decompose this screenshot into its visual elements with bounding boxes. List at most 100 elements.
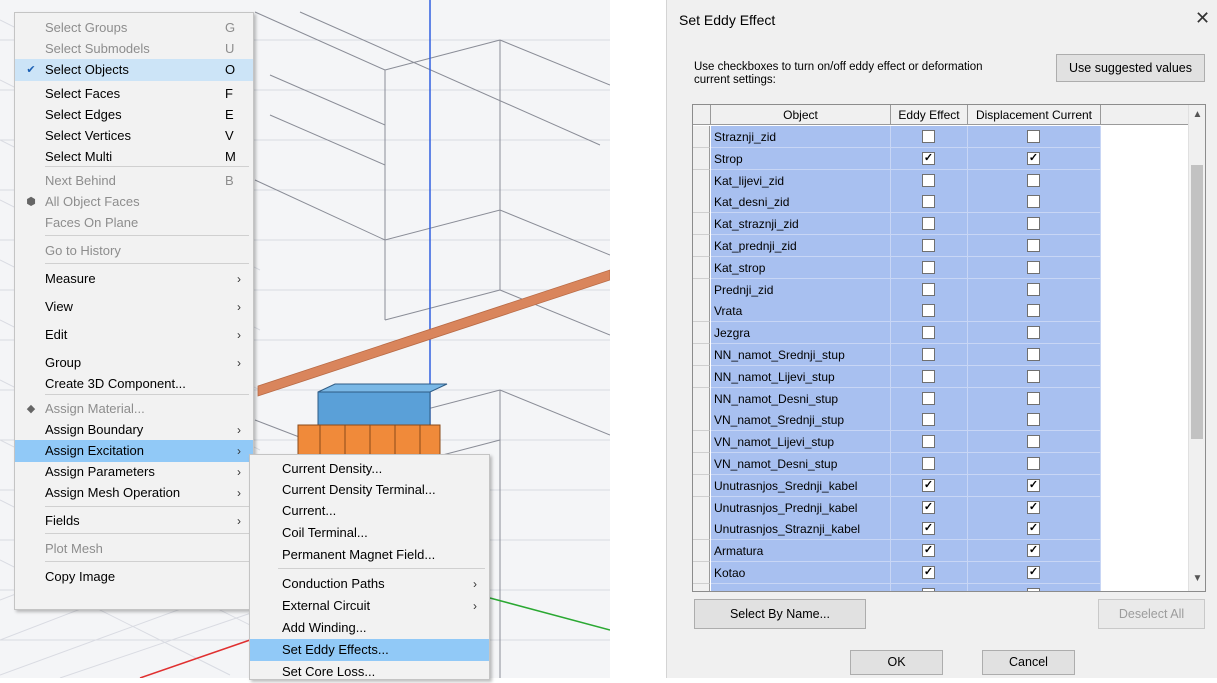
table-row[interactable]: Kat_prednji_zid [693,235,1188,257]
ok-button[interactable]: OK [850,650,943,675]
submenu-item-current[interactable]: Current... [250,500,489,522]
eddy-effect-checkbox[interactable] [922,304,935,318]
object-name-cell[interactable]: Kat_strop [711,256,891,279]
object-name-cell[interactable]: Unutrasnjos_Straznji_kabel [711,518,891,541]
submenu-item-current-density[interactable]: Current Density... [250,458,489,480]
menu-item-assign-boundary[interactable]: Assign Boundary › [15,419,253,441]
table-row[interactable]: Strop ✓ ✓ [693,147,1188,170]
object-name-cell[interactable]: NN_namot_Desni_stup [711,387,891,410]
column-eddy-effect[interactable]: Eddy Effect [891,105,968,125]
row-header[interactable] [693,213,710,236]
submenu-item-external-circuit[interactable]: External Circuit › [250,595,489,617]
displacement-current-checkbox[interactable] [1027,391,1040,405]
row-header[interactable] [693,344,710,366]
row-header[interactable] [693,235,710,257]
table-row[interactable]: VN_namot_Srednji_stup [693,409,1188,432]
menu-item-group[interactable]: Group › [15,352,253,374]
row-header[interactable] [693,431,710,454]
eddy-effect-checkbox[interactable]: ✓ [922,151,935,165]
row-header[interactable] [693,300,710,323]
row-header[interactable] [693,322,710,345]
row-header[interactable] [693,409,710,432]
menu-item-select-faces[interactable]: Select Faces F [15,83,253,105]
menu-item-assign-excitation[interactable]: Assign Excitation › [15,440,253,462]
row-header[interactable] [693,496,710,519]
eddy-effect-checkbox[interactable] [922,195,935,209]
scrollbar-thumb[interactable] [1191,165,1203,439]
table-row[interactable]: VN_namot_Lijevi_stup [693,431,1188,454]
table-row[interactable]: NN_namot_Lijevi_stup [693,365,1188,388]
eddy-effect-checkbox[interactable]: ✓ [922,500,935,514]
row-header[interactable] [693,562,710,584]
table-row[interactable]: Unutrasnjos_Straznji_kabel ✓ ✓ [693,518,1188,541]
row-header[interactable] [693,540,710,563]
eddy-effect-checkbox[interactable] [922,457,935,470]
submenu-item-coil-terminal[interactable]: Coil Terminal... [250,522,489,544]
row-header[interactable] [693,387,710,410]
object-name-cell[interactable]: NN_namot_Lijevi_stup [711,365,891,388]
close-icon[interactable]: ✕ [1195,8,1210,29]
displacement-current-checkbox[interactable]: ✓ [1027,566,1040,579]
submenu-item-add-winding[interactable]: Add Winding... [250,617,489,639]
table-row[interactable]: VN_namot_Desni_stup [693,453,1188,475]
eddy-effect-checkbox[interactable] [922,413,935,427]
eddy-effect-checkbox[interactable]: ✓ [922,522,935,536]
displacement-current-checkbox[interactable]: ✓ [1027,522,1040,536]
table-row[interactable] [693,583,1188,591]
menu-item-create-3d-component[interactable]: Create 3D Component... [15,373,253,395]
row-header[interactable] [693,278,710,301]
displacement-current-checkbox[interactable] [1027,326,1040,340]
row-header[interactable] [693,169,710,192]
displacement-current-checkbox[interactable]: ✓ [1027,478,1040,492]
displacement-current-checkbox[interactable] [1027,457,1040,470]
menu-item-view[interactable]: View › [15,296,253,318]
table-row[interactable]: Prednji_zid [693,278,1188,301]
displacement-current-checkbox[interactable] [1027,130,1040,143]
table-row[interactable]: Vrata [693,300,1188,323]
eddy-effect-checkbox[interactable]: ✓ [922,566,935,579]
eddy-effect-checkbox[interactable] [922,217,935,231]
eddy-effect-checkbox[interactable] [922,435,935,449]
object-name-cell[interactable]: Kat_straznji_zid [711,213,891,236]
table-row[interactable]: NN_namot_Srednji_stup [693,344,1188,366]
menu-item-fields[interactable]: Fields › [15,510,253,532]
table-row[interactable]: Straznji_zid [693,126,1188,148]
object-name-cell[interactable]: Prednji_zid [711,278,891,301]
object-name-cell[interactable]: NN_namot_Srednji_stup [711,344,891,366]
eddy-effect-checkbox[interactable]: ✓ [922,478,935,492]
displacement-current-checkbox[interactable] [1027,413,1040,427]
eddy-effect-checkbox[interactable] [922,282,935,296]
menu-item-select-edges[interactable]: Select Edges E [15,104,253,126]
object-name-cell[interactable]: Kat_desni_zid [711,191,891,214]
eddy-effect-checkbox[interactable] [922,130,935,143]
table-row[interactable]: Jezgra [693,322,1188,345]
object-name-cell[interactable]: Armatura [711,540,891,563]
menu-item-measure[interactable]: Measure › [15,268,253,290]
object-name-cell[interactable]: Straznji_zid [711,126,891,148]
menu-item-select-multi[interactable]: Select Multi M [15,146,253,168]
submenu-item-current-density-terminal[interactable]: Current Density Terminal... [250,479,489,501]
submenu-item-set-core-loss[interactable]: Set Core Loss... [250,661,489,683]
displacement-current-checkbox[interactable] [1027,587,1040,591]
displacement-current-checkbox[interactable] [1027,369,1040,383]
eddy-effect-checkbox[interactable] [922,348,935,361]
row-header[interactable] [693,453,710,475]
row-header[interactable] [693,583,710,591]
menu-item-assign-parameters[interactable]: Assign Parameters › [15,461,253,483]
table-row[interactable]: Kat_straznji_zid [693,213,1188,236]
eddy-effect-checkbox[interactable] [922,369,935,383]
select-by-name-button[interactable]: Select By Name... [694,599,866,629]
displacement-current-checkbox[interactable]: ✓ [1027,544,1040,558]
object-name-cell[interactable]: Unutrasnjos_Srednji_kabel [711,474,891,497]
table-row[interactable]: Unutrasnjos_Srednji_kabel ✓ ✓ [693,474,1188,497]
row-header[interactable] [693,365,710,388]
object-name-cell[interactable]: Unutrasnjos_Prednji_kabel [711,496,891,519]
object-name-cell[interactable]: VN_namot_Srednji_stup [711,409,891,432]
object-name-cell[interactable]: Kat_lijevi_zid [711,169,891,192]
row-header[interactable] [693,518,710,541]
eddy-effect-checkbox[interactable] [922,260,935,274]
menu-item-select-vertices[interactable]: Select Vertices V [15,125,253,147]
row-header[interactable] [693,147,710,170]
row-header[interactable] [693,191,710,214]
object-name-cell[interactable]: VN_namot_Desni_stup [711,453,891,475]
